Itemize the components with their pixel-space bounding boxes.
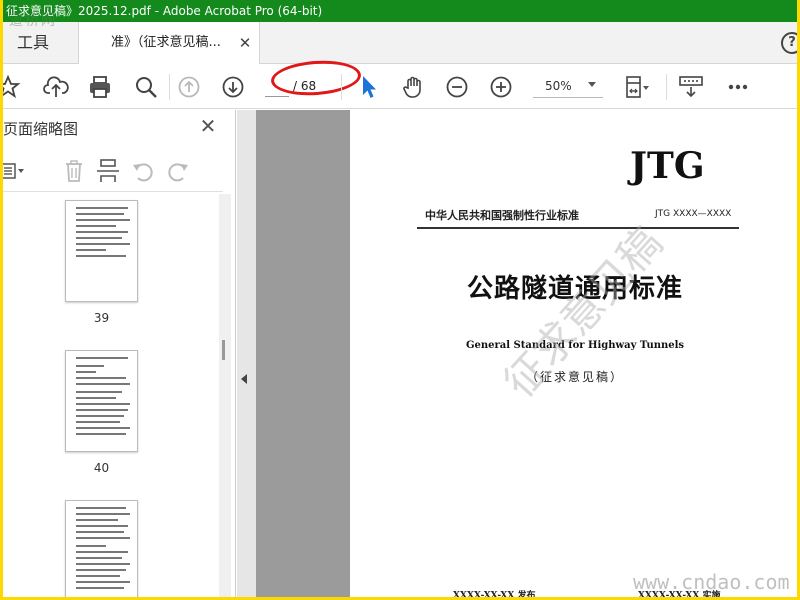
pdf-page[interactable]: JTG 中华人民共和国强制性行业标准 JTG XXXX—XXXX 公路隧道通用标…	[350, 110, 797, 597]
zoom-in-icon[interactable]	[488, 74, 514, 100]
tab-bar: 工具 准》（征求意见稿... ✕ ?	[3, 22, 797, 65]
star-icon[interactable]	[3, 74, 21, 100]
toolbar-divider	[169, 74, 170, 100]
insert-page-icon[interactable]	[95, 158, 121, 184]
publish-date: XXXX-XX-XX 发布	[453, 591, 536, 597]
zoom-level-value: 50%	[545, 79, 572, 93]
chevron-down-icon[interactable]	[588, 82, 596, 87]
print-icon[interactable]	[87, 74, 113, 100]
site-watermark-bottom-right: www.cndao.com	[633, 570, 790, 594]
panel-close-button[interactable]: ✕	[198, 114, 218, 138]
select-cursor-icon[interactable]	[355, 74, 381, 100]
highlight-annotation-ellipse	[269, 57, 363, 99]
fit-page-icon[interactable]	[623, 74, 649, 100]
toolbar-divider	[666, 74, 667, 100]
collapse-panel-arrow-icon[interactable]	[241, 374, 247, 384]
page-thumbnails-panel: 页面缩略图 ✕ 39 40	[3, 110, 236, 597]
help-icon[interactable]: ?	[781, 32, 797, 54]
thumbnail-list[interactable]: 39 40	[3, 194, 218, 597]
thumbnail-scrollbar[interactable]	[219, 194, 231, 597]
draft-status: （征求意见稿）	[525, 370, 624, 384]
thumbnail-page-number: 39	[93, 311, 110, 325]
zoom-out-icon[interactable]	[444, 74, 470, 100]
rotate-left-icon[interactable]	[130, 158, 156, 184]
scrollbar-handle[interactable]	[222, 340, 225, 360]
tab-document[interactable]: 准》（征求意见稿...	[78, 22, 260, 65]
more-options-icon[interactable]	[725, 74, 751, 100]
toolbar-divider	[341, 74, 342, 100]
page-thumbnail[interactable]	[65, 200, 138, 302]
tab-close-button[interactable]: ✕	[238, 34, 252, 52]
panel-title: 页面缩略图	[3, 120, 79, 138]
keyboard-mode-icon[interactable]	[678, 74, 704, 100]
cloud-upload-icon[interactable]	[43, 74, 69, 100]
site-watermark-top-left: 道桥网	[9, 13, 57, 29]
page-gutter	[256, 110, 351, 597]
thumbnail-page-number: 40	[93, 461, 110, 475]
main-toolbar: / 68 50%	[3, 57, 797, 109]
thumbnail-options-icon[interactable]	[3, 158, 25, 184]
thumbnail-toolbar	[3, 150, 223, 192]
standard-mark: JTG	[630, 145, 705, 187]
acrobat-window: 征求意见稿》2025.12.pdf - Adobe Acrobat Pro (6…	[3, 0, 797, 597]
search-icon[interactable]	[133, 74, 159, 100]
page-thumbnail[interactable]	[65, 500, 138, 597]
window-title-bar: 征求意见稿》2025.12.pdf - Adobe Acrobat Pro (6…	[3, 0, 797, 22]
delete-icon[interactable]	[61, 158, 87, 184]
rotate-right-icon[interactable]	[165, 158, 191, 184]
page-thumbnail[interactable]	[65, 350, 138, 452]
hand-tool-icon[interactable]	[400, 74, 426, 100]
tab-document-label: 准》（征求意见稿...	[111, 35, 221, 50]
previous-page-icon[interactable]	[176, 74, 202, 100]
standard-category: 中华人民共和国强制性行业标准	[425, 209, 579, 222]
next-page-icon[interactable]	[220, 74, 246, 100]
